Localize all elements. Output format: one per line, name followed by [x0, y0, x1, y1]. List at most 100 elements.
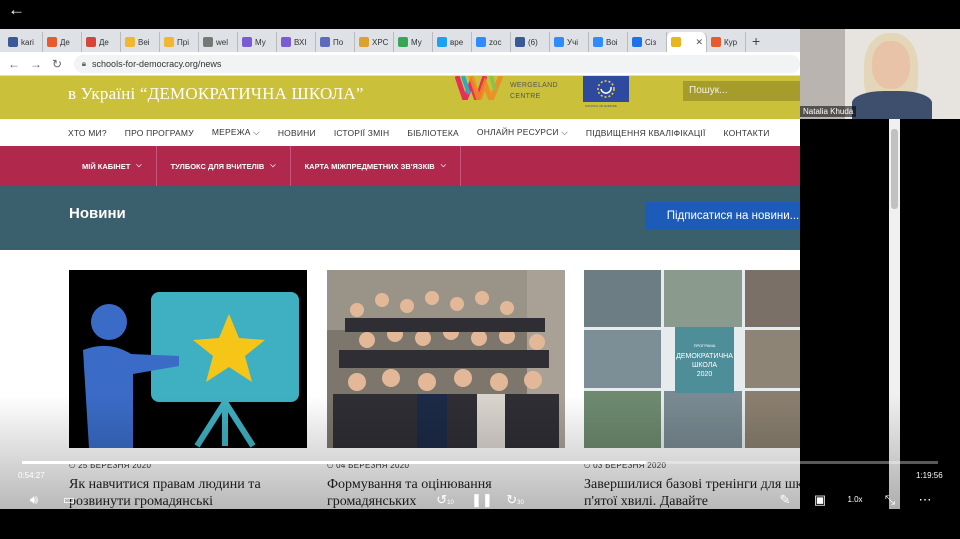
video-progress-bar[interactable] — [22, 461, 938, 464]
card-1-title[interactable]: Як навчитися правам людини та розвинути … — [69, 476, 309, 509]
tab-label: Му — [255, 37, 266, 47]
wergeland-text: WERGELAND CENTRE — [510, 82, 558, 100]
tab-label: Де — [60, 37, 70, 47]
tab-label: kari — [21, 37, 34, 47]
tab-label: Учі — [567, 37, 579, 47]
site-title[interactable]: в Україні “ДЕМОКРАТИЧНА ШКОЛА” — [68, 84, 364, 104]
browser-tab[interactable]: Де — [82, 32, 121, 52]
browser-tab[interactable]: Воі — [589, 32, 628, 52]
browser-tab[interactable]: ВХІ — [277, 32, 316, 52]
tab-label: Де — [99, 37, 109, 47]
reload-icon[interactable]: ↻ — [52, 57, 64, 71]
main-nav: ХТО МИ? ПРО ПРОГРАМУ МЕРЕЖА ⌵ НОВИНИ ІСТОРІЇ… — [0, 119, 800, 146]
tab-favicon-icon — [632, 37, 642, 47]
new-tab-icon[interactable]: + — [752, 32, 760, 52]
site-header: в Україні “ДЕМОКРАТИЧНА ШКОЛА” WERGELAND… — [0, 76, 800, 119]
edit-pen-icon[interactable]: ✎ — [776, 492, 794, 508]
presenter-body — [852, 91, 932, 119]
browser-tab[interactable]: Кур — [707, 32, 746, 52]
browser-tab[interactable]: Веі — [121, 32, 160, 52]
browser-tab[interactable]: Прі — [160, 32, 199, 52]
wergeland-logo-icon[interactable] — [455, 76, 503, 100]
captions-icon[interactable]: ▭ — [60, 492, 78, 508]
progress-fill — [22, 461, 646, 464]
tab-label: вре — [450, 37, 464, 47]
picture-in-picture-icon[interactable]: ▣ — [811, 492, 829, 508]
forward-icon[interactable]: ↻30 — [506, 492, 524, 508]
collage-title: ДЕМОКРАТИЧНА ШКОЛА 2020 — [676, 353, 733, 378]
nav-item[interactable]: КОНТАКТИ — [724, 128, 770, 138]
tab-favicon-icon — [281, 37, 291, 47]
subnav-item[interactable]: КАРТА МІЖПРЕДМЕТНИХ ЗВ'ЯЗКІВ ⌵ — [305, 146, 462, 186]
subscribe-button[interactable]: Підписатися на новини... — [645, 202, 800, 230]
tab-label: zoc — [489, 37, 502, 47]
tab-favicon-icon — [8, 37, 18, 47]
browser-tab[interactable]: kari — [4, 32, 43, 52]
nav-item[interactable]: БІБЛІОТЕКА — [407, 128, 459, 138]
browser-tab[interactable]: Сіз — [628, 32, 667, 52]
rewind-icon[interactable]: ↺10 — [436, 492, 454, 508]
council-of-europe-logo-icon[interactable] — [583, 76, 629, 102]
news-image-collage[interactable]: ПРОГРАМА ДЕМОКРАТИЧНА ШКОЛА 2020 — [584, 270, 800, 448]
browser-tab[interactable]: ✕ — [667, 32, 707, 52]
nav-item[interactable]: ОНЛАЙН РЕСУРСИ ⌵ — [477, 127, 568, 138]
browser-tab[interactable]: wel — [199, 32, 238, 52]
nav-item[interactable]: ІСТОРІЇ ЗМІН — [334, 128, 390, 138]
tab-label: Воі — [606, 37, 618, 47]
tab-favicon-icon — [398, 37, 408, 47]
chevron-down-icon: ⌵ — [136, 162, 142, 169]
collage-caption: ПРОГРАМА — [693, 343, 716, 348]
nav-item[interactable]: ПРО ПРОГРАМУ — [125, 128, 194, 138]
close-tab-icon[interactable]: ✕ — [695, 37, 703, 48]
tab-favicon-icon — [242, 37, 252, 47]
url-field[interactable]: 🔒︎ schools-for-democracy.org/news — [73, 54, 800, 73]
pause-icon[interactable]: ❚❚ — [471, 492, 493, 508]
rewind-seconds: 10 — [447, 500, 454, 506]
browser-tab[interactable]: вре — [433, 32, 472, 52]
back-arrow-icon[interactable]: ← — [8, 1, 26, 20]
tab-favicon-icon — [125, 37, 135, 47]
tab-favicon-icon — [476, 37, 486, 47]
forward-icon[interactable]: → — [30, 57, 42, 71]
tab-label: Кур — [724, 37, 738, 47]
tab-label: Сіз — [645, 37, 657, 47]
browser-tab[interactable]: (6) — [511, 32, 550, 52]
tab-favicon-icon — [320, 37, 330, 47]
more-options-icon[interactable]: ⋯ — [916, 492, 934, 508]
tab-favicon-icon — [554, 37, 564, 47]
browser-window: kari Де Де Веі Прі wel Му ВХІ По ХРС Му вре zoc (6) Уч… — [0, 29, 800, 509]
forward-seconds: 30 — [517, 500, 524, 506]
chevron-down-icon: ⌵ — [270, 162, 276, 169]
card-3-title[interactable]: Завершилися базові тренінги для шкіл п'я… — [584, 476, 800, 509]
webcam-thumbnail: Natalia Khuda — [800, 29, 960, 119]
playback-speed-icon[interactable]: 1.0x — [846, 492, 864, 508]
chevron-down-icon: ⌵ — [440, 162, 447, 169]
nav-item[interactable]: МЕРЕЖА ⌵ — [212, 127, 260, 138]
fullscreen-icon[interactable]: ⤡ — [881, 492, 899, 508]
total-time: 1:19:56 — [916, 471, 943, 480]
nav-item[interactable]: ПІДВИЩЕННЯ КВАЛІФІКАЦІЇ — [586, 128, 706, 138]
tab-label: (6) — [528, 37, 538, 47]
browser-tab[interactable]: Де — [43, 32, 82, 52]
subnav-item[interactable]: ТУЛБОКС ДЛЯ ВЧИТЕЛІВ ⌵ — [171, 146, 291, 186]
section-band: Новини Підписатися на новини... — [0, 186, 800, 250]
browser-tab[interactable]: Му — [238, 32, 277, 52]
back-icon[interactable]: ← — [8, 57, 20, 71]
tab-favicon-icon — [671, 37, 681, 47]
nav-item[interactable]: ХТО МИ? — [68, 128, 107, 138]
browser-tab[interactable]: ХРС — [355, 32, 394, 52]
news-image-presentation[interactable] — [69, 270, 307, 448]
url-text: schools-for-democracy.org/news — [92, 58, 222, 69]
volume-icon[interactable]: 🔊︎ — [25, 492, 43, 508]
subnav-item[interactable]: МІЙ КАБІНЕТ ⌵ — [82, 146, 157, 186]
search-input[interactable]: Пошук... — [683, 81, 800, 101]
address-bar: ← → ↻ 🔒︎ schools-for-democracy.org/news — [0, 52, 800, 76]
nav-item[interactable]: НОВИНИ — [278, 128, 316, 138]
news-image-group-photo[interactable] — [327, 270, 565, 448]
tab-label: Веі — [138, 37, 150, 47]
browser-tab[interactable]: По — [316, 32, 355, 52]
browser-tab[interactable]: Учі — [550, 32, 589, 52]
browser-tab[interactable]: zoc — [472, 32, 511, 52]
scrollbar-thumb[interactable] — [891, 129, 898, 209]
browser-tab[interactable]: Му — [394, 32, 433, 52]
